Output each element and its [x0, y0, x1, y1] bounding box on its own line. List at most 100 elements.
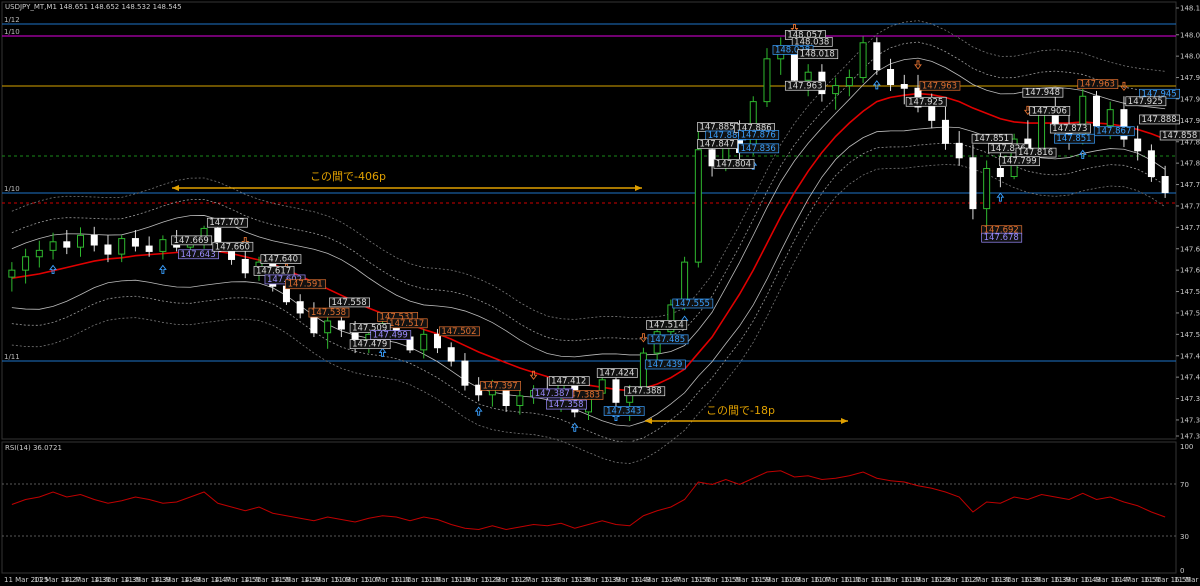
y-tick-label: 147.785 — [1180, 181, 1200, 189]
y-tick-label: 147.505 — [1180, 331, 1200, 339]
hline-label: 1/11 — [4, 353, 20, 361]
price-tag: 147.479 — [352, 340, 387, 350]
candle-body — [337, 320, 345, 330]
candle-body — [296, 301, 304, 314]
y-tick-label: 148.065 — [1180, 31, 1200, 39]
y-tick-label: 147.985 — [1180, 74, 1200, 82]
candle-body — [63, 241, 71, 248]
y-tick-label: 147.425 — [1180, 374, 1200, 382]
candle-body — [324, 320, 332, 334]
mt-chart-window[interactable]: 1/121/101/101/11 147.707147.669147.64314… — [0, 0, 1200, 586]
price-tag: 147.925 — [1128, 97, 1163, 107]
candle-body — [1106, 109, 1114, 127]
price-tag: 147.851 — [1056, 134, 1091, 144]
y-tick-label: 147.345 — [1180, 416, 1200, 424]
price-tag: 147.424 — [599, 369, 634, 379]
hline-label: 1/10 — [4, 185, 20, 193]
annotation-top-text: この間で-406p — [310, 170, 386, 183]
time-axis[interactable]: 11 Mar 202511 Mar 14:2711 Mar 14:3111 Ma… — [4, 576, 1200, 584]
price-tag: 147.640 — [263, 255, 298, 265]
price-tag: 147.412 — [551, 377, 586, 387]
price-tag: 147.804 — [716, 159, 751, 169]
price-tag: 147.485 — [650, 335, 685, 345]
y-tick-label: 147.905 — [1180, 117, 1200, 125]
price-tag: 147.963 — [1080, 80, 1115, 90]
price-tag: 147.948 — [1025, 88, 1060, 98]
candle-body — [763, 58, 771, 103]
candle-body — [832, 85, 840, 95]
price-tag: 147.517 — [389, 319, 424, 329]
candle-body — [49, 241, 57, 251]
candle-body — [804, 71, 812, 81]
rsi-tick-100: 100 — [1180, 443, 1193, 451]
candle-body — [420, 333, 428, 351]
x-tick-label: 11 Mar 16:59 — [1174, 576, 1200, 584]
candle-body — [159, 239, 167, 252]
rsi-tick-30: 30 — [1180, 533, 1189, 541]
candle-body — [516, 395, 524, 407]
price-tag: 147.397 — [483, 381, 518, 391]
rsi-tick-70: 70 — [1180, 481, 1189, 489]
candle-body — [145, 245, 153, 252]
candle-body — [955, 142, 963, 159]
y-tick-label: 147.945 — [1180, 95, 1200, 103]
candle-body — [90, 234, 98, 246]
price-tag: 147.906 — [1032, 106, 1067, 116]
y-tick-label: 147.625 — [1180, 267, 1200, 275]
candle-body — [1038, 114, 1046, 150]
price-tag: 147.873 — [1052, 124, 1087, 134]
price-tag: 147.343 — [606, 407, 641, 417]
price-tag: 147.439 — [647, 360, 682, 370]
candle-body — [447, 347, 455, 362]
y-tick-label: 147.665 — [1180, 245, 1200, 253]
candle-body — [941, 119, 949, 144]
y-tick-label: 147.705 — [1180, 224, 1200, 232]
hline-label: 1/10 — [4, 28, 20, 36]
price-tag: 147.836 — [741, 144, 776, 154]
rsi-tick-0: 0 — [1180, 567, 1184, 575]
price-tag: 147.707 — [209, 218, 244, 228]
candle-body — [612, 379, 620, 403]
symbol-header: USDJPY_MT,M1 148.651 148.652 148.532 148… — [5, 3, 182, 11]
price-tag: 147.591 — [288, 280, 323, 290]
candle-body — [433, 333, 441, 349]
candle-body — [900, 84, 908, 89]
candle-body — [104, 244, 112, 255]
price-tag: 147.358 — [548, 400, 583, 410]
y-tick-label: 147.385 — [1180, 395, 1200, 403]
price-tag: 147.678 — [984, 233, 1019, 243]
candle-body — [461, 360, 469, 386]
candle-body — [928, 106, 936, 121]
candle-body — [131, 238, 139, 247]
candle-body — [1147, 150, 1155, 178]
candle-body — [8, 269, 16, 278]
price-tag: 147.925 — [908, 97, 943, 107]
price-tag: 147.963 — [787, 81, 822, 91]
y-tick-label: 148.025 — [1180, 53, 1200, 61]
candle-body — [845, 77, 853, 87]
candle-body — [983, 168, 991, 210]
candle-body — [873, 42, 881, 71]
candle-body — [228, 250, 236, 260]
y-tick-label: 147.545 — [1180, 309, 1200, 317]
price-tag: 147.538 — [311, 308, 346, 318]
price-tag: 147.876 — [741, 130, 776, 140]
price-tag: 147.847 — [699, 140, 734, 150]
price-tag: 147.643 — [180, 250, 215, 260]
candle-body — [35, 249, 43, 258]
y-tick-label: 147.465 — [1180, 352, 1200, 360]
y-tick-label: 148.115 — [1180, 5, 1200, 13]
candle-body — [1092, 95, 1100, 127]
y-tick-label: 147.865 — [1180, 138, 1200, 146]
candle-body — [77, 234, 85, 248]
y-tick-label: 147.745 — [1180, 202, 1200, 210]
rsi-label: RSI(14) 36.0721 — [5, 444, 62, 452]
hline-label: 1/12 — [4, 16, 20, 24]
price-tag: 147.558 — [332, 298, 367, 308]
y-tick-label: 147.825 — [1180, 160, 1200, 168]
price-tag: 147.502 — [441, 327, 476, 337]
candle-body — [969, 157, 977, 210]
candle-body — [887, 69, 895, 86]
price-tag: 148.018 — [800, 50, 835, 60]
candle-body — [1134, 138, 1142, 152]
